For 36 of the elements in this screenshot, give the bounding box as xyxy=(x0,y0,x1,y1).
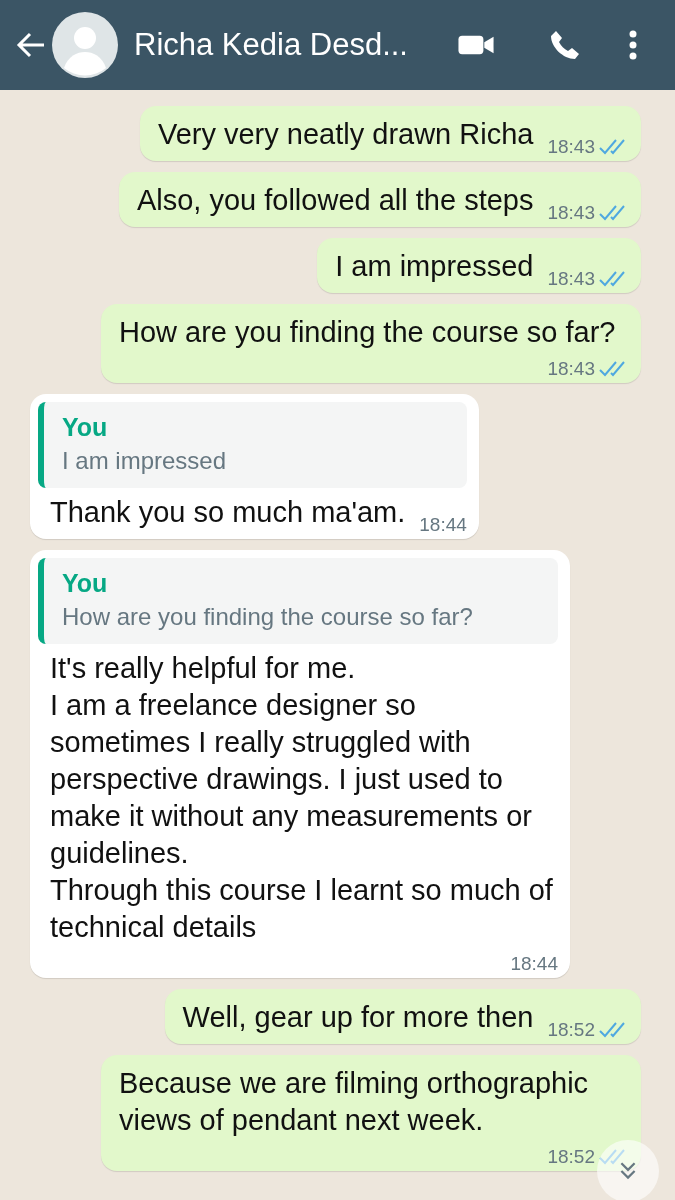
message-text: Well, gear up for more then xyxy=(182,1000,534,1035)
message-bubble[interactable]: You I am impressed Thank you so much ma'am. 18:44 xyxy=(30,394,479,539)
quoted-message[interactable]: You How are you finding the course so far? xyxy=(38,558,558,644)
quote-author: You xyxy=(62,568,109,599)
quote-text: How are you finding the course so far? xyxy=(62,602,474,632)
message-text: I am impressed xyxy=(335,249,534,284)
message-time: 18:43 xyxy=(547,135,595,159)
message-bubble[interactable]: How are you finding the course so far? 18:43 xyxy=(101,304,641,383)
video-call-icon[interactable] xyxy=(457,33,495,57)
contact-name[interactable]: Richa Kedia Desd... xyxy=(134,27,457,63)
menu-icon[interactable] xyxy=(629,30,637,60)
quoted-message[interactable]: You I am impressed xyxy=(38,402,467,488)
message-text: Also, you followed all the steps xyxy=(136,183,534,218)
message-text: It's really helpful for me. I am a freelance designer so sometimes I really struggled with perspective drawings. I just used to make it without any measurements or guidelines. Through this course I learnt so much of technical details xyxy=(50,651,554,945)
message-time: 18:43 xyxy=(547,357,595,381)
message-bubble[interactable]: Well, gear up for more then 18:52 xyxy=(164,989,641,1044)
message-time: 18:52 xyxy=(547,1145,595,1169)
message-text: Very very neatly drawn Richa xyxy=(157,117,534,152)
message-time: 18:52 xyxy=(547,1018,595,1042)
phone-icon[interactable] xyxy=(549,29,581,61)
message-text: How are you finding the course so far? xyxy=(119,315,616,350)
quote-text: I am impressed xyxy=(62,446,228,476)
message-time: 18:43 xyxy=(547,267,595,291)
message-text: Thank you so much ma'am. xyxy=(50,495,406,530)
message-time: 18:44 xyxy=(510,952,558,976)
quote-author: You xyxy=(62,412,109,443)
message-bubble[interactable]: Very very neatly drawn Richa 18:43 xyxy=(139,106,641,161)
message-bubble[interactable] xyxy=(30,550,570,978)
back-icon[interactable] xyxy=(16,32,46,58)
message-bubble[interactable]: I am impressed 18:43 xyxy=(317,238,641,293)
message-text: Because we are filming orthographic views of pendant next week. xyxy=(119,1066,590,1138)
avatar-icon[interactable] xyxy=(52,12,118,78)
message-bubble[interactable]: Also, you followed all the steps 18:43 xyxy=(118,172,641,227)
message-bubble[interactable]: Because we are filming orthographic views of pendant next week. 18:52 xyxy=(101,1055,641,1171)
message-time: 18:44 xyxy=(419,513,467,537)
message-time: 18:43 xyxy=(547,201,595,225)
